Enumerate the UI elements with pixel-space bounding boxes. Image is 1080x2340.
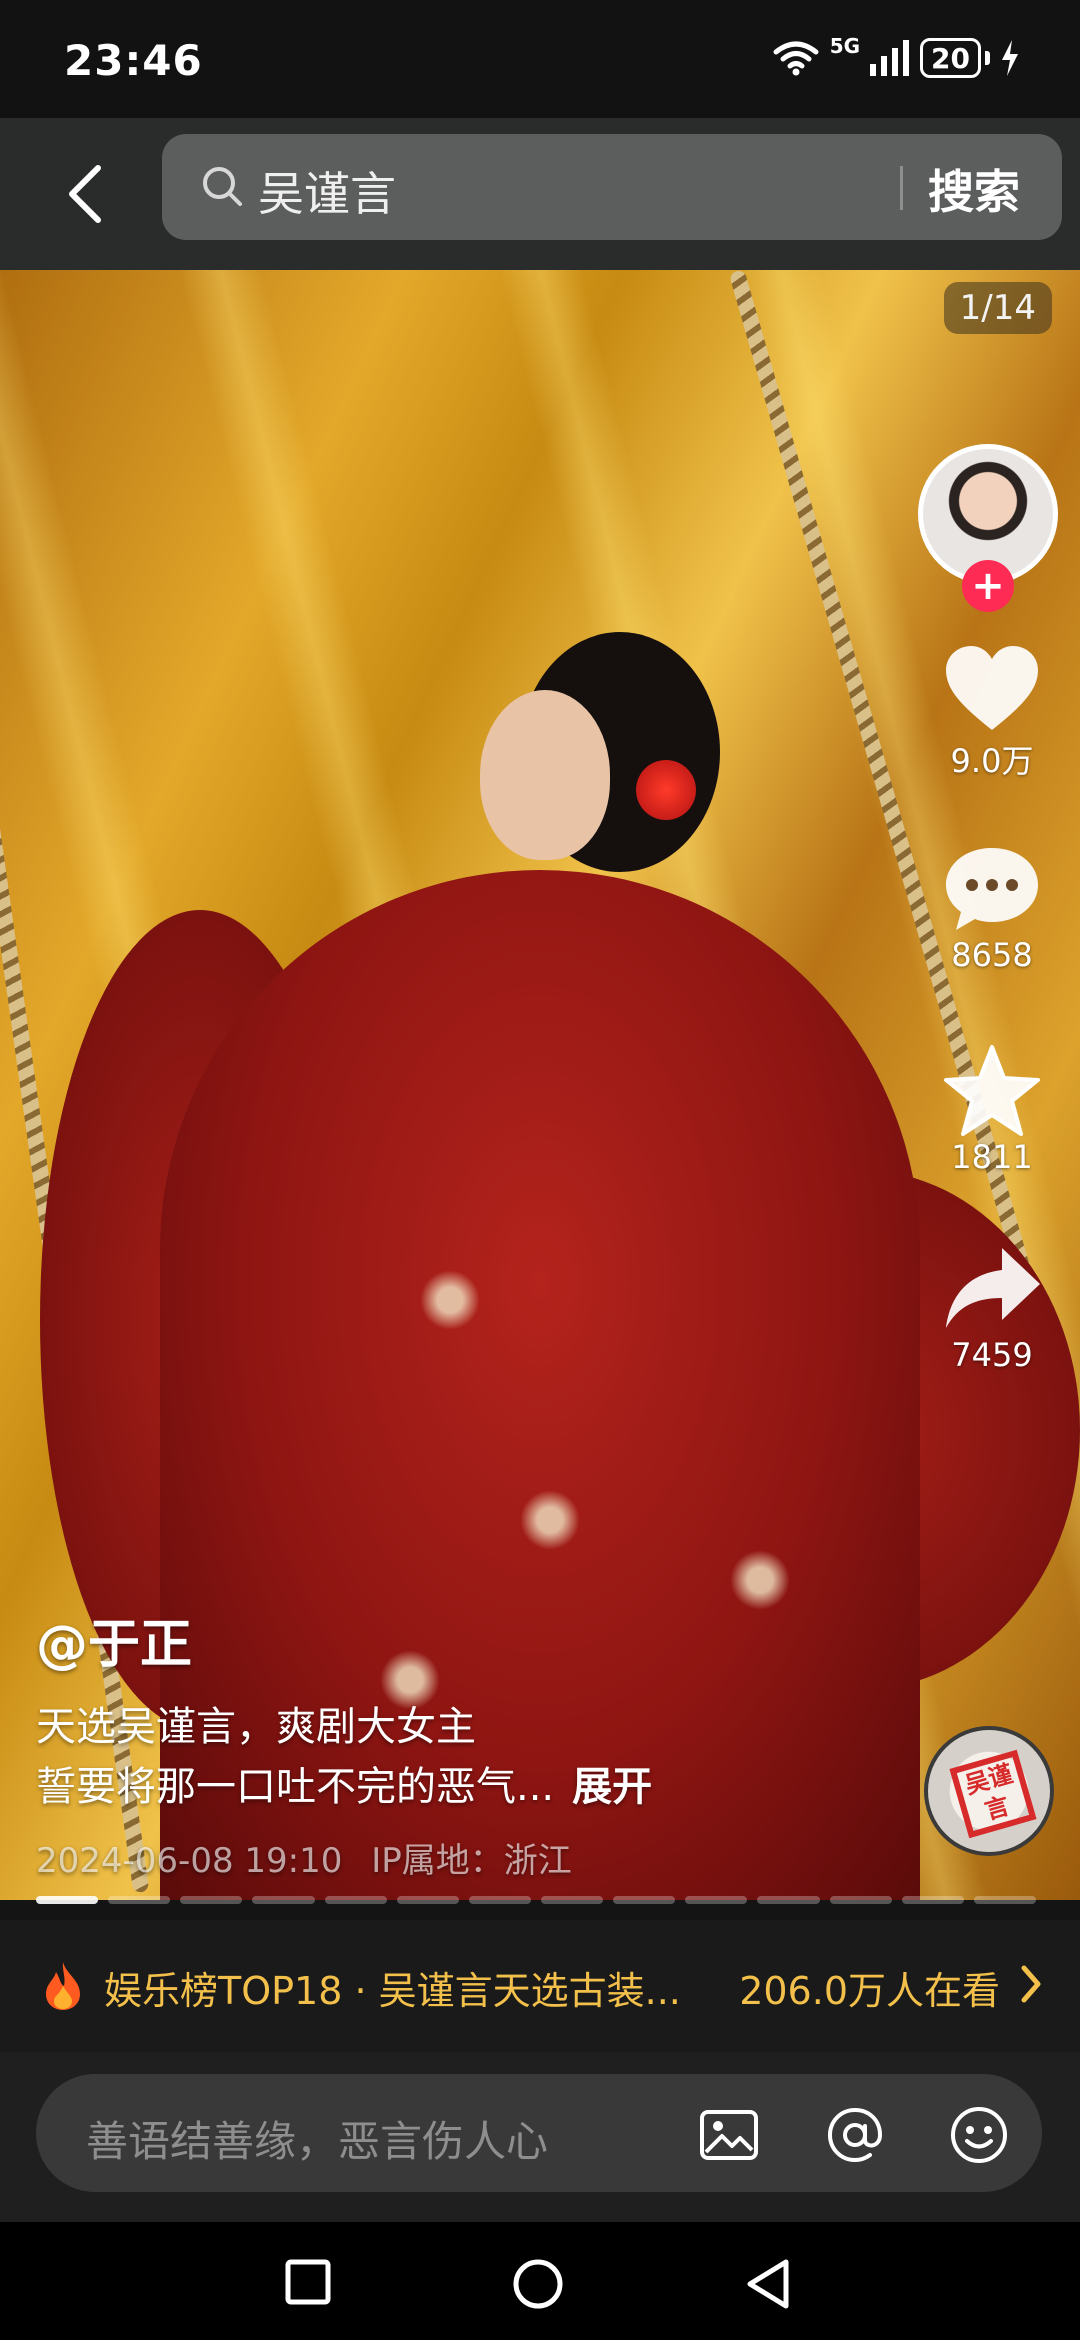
progress-segment	[757, 1896, 820, 1904]
post-caption: @于正 天选吴谨言，爽剧大女主 誓要将那一口吐不完的恶气... 展开 2024-0…	[36, 1602, 896, 1882]
progress-segment	[829, 1896, 892, 1904]
plus-icon: +	[971, 563, 1005, 609]
embroidery	[420, 1270, 480, 1330]
favorite-button[interactable]: 1811	[912, 1044, 1072, 1176]
search-query: 吴谨言	[258, 167, 396, 221]
embroidery	[730, 1550, 790, 1610]
back-nav-icon[interactable]	[744, 2258, 792, 2310]
heart-icon	[946, 646, 1038, 730]
expand-button[interactable]: 展开	[572, 1764, 652, 1810]
wifi-icon	[773, 41, 819, 76]
search-icon	[203, 167, 242, 206]
battery-tip	[985, 51, 990, 65]
star-icon	[944, 1045, 1040, 1136]
progress-segment	[613, 1896, 676, 1904]
progress-segment	[324, 1896, 387, 1904]
at-icon[interactable]	[824, 2104, 886, 2166]
progress-segment	[36, 1896, 99, 1904]
progress-segment	[108, 1896, 171, 1904]
fire-icon	[46, 1962, 80, 2010]
status-icons: 5G 20	[772, 34, 1020, 78]
search-button[interactable]: 搜索	[928, 156, 1020, 222]
embroidery	[520, 1490, 580, 1550]
chevron-right-icon	[1021, 1965, 1041, 2003]
progress-segment	[973, 1896, 1036, 1904]
comment-input[interactable]: 善语结善缘，恶言伤人心	[36, 2074, 1042, 2192]
music-disc-stamp: 吴谨言	[949, 1749, 1037, 1839]
trending-bar[interactable]: 娱乐榜TOP18 · 吴谨言天选古装... 206.0万人在看	[0, 1920, 1080, 2052]
share-button[interactable]: 7459	[912, 1244, 1072, 1374]
progress-segment	[685, 1896, 748, 1904]
home-icon[interactable]	[512, 2258, 564, 2310]
like-count: 9.0万	[950, 742, 1034, 780]
chat-bubble-icon	[946, 848, 1038, 930]
face	[480, 690, 610, 860]
progress-segment	[180, 1896, 243, 1904]
status-time: 23:46	[64, 36, 203, 85]
progress-segment	[252, 1896, 315, 1904]
post-meta: 2024-06-08 19:10 IP属地：浙江	[36, 1833, 896, 1882]
comment-count: 8658	[951, 936, 1033, 974]
music-disc[interactable]: 吴谨言	[924, 1726, 1054, 1856]
search-input[interactable]: 吴谨言 搜索	[162, 134, 1062, 240]
progress-segment	[396, 1896, 459, 1904]
post-description: 天选吴谨言，爽剧大女主 誓要将那一口吐不完的恶气... 展开	[36, 1697, 896, 1817]
smile-icon[interactable]	[948, 2104, 1010, 2166]
charging-icon	[1002, 40, 1018, 76]
network-type: 5G	[829, 34, 861, 58]
trending-viewers: 206.0万人在看	[739, 1969, 1000, 2013]
share-count: 7459	[951, 1336, 1033, 1374]
image-progress-bar	[36, 1896, 1036, 1904]
recent-apps-icon[interactable]	[284, 2258, 332, 2306]
search-header: 吴谨言 搜索	[0, 118, 1080, 270]
image-counter: 1/14	[943, 282, 1052, 334]
chevron-left-icon	[69, 165, 101, 223]
progress-segment	[468, 1896, 531, 1904]
battery-level: 20	[931, 41, 970, 75]
progress-segment	[901, 1896, 964, 1904]
system-nav-bar	[0, 2222, 1080, 2340]
favorite-count: 1811	[951, 1138, 1033, 1176]
search-divider	[900, 166, 903, 210]
ip-location: IP属地：浙江	[371, 1841, 572, 1881]
comment-bar: 善语结善缘，恶言伤人心	[0, 2052, 1080, 2222]
comment-placeholder: 善语结善缘，恶言伤人心	[86, 2117, 549, 2166]
signal-icon	[870, 40, 910, 76]
back-button[interactable]	[40, 148, 132, 240]
follow-button[interactable]: +	[962, 560, 1014, 612]
image-icon[interactable]	[698, 2104, 760, 2166]
post-date: 2024-06-08 19:10	[36, 1841, 343, 1881]
hair-flower	[636, 760, 696, 820]
share-arrow-icon	[946, 1248, 1040, 1328]
author-name[interactable]: @于正	[36, 1602, 896, 1677]
comment-button[interactable]: 8658	[912, 844, 1072, 974]
description-line-1: 天选吴谨言，爽剧大女主	[36, 1704, 476, 1750]
status-bar: 23:46 5G 20	[0, 0, 1080, 118]
description-line-2: 誓要将那一口吐不完的恶气...	[36, 1764, 555, 1810]
battery-indicator: 20	[920, 38, 981, 78]
trending-title: 娱乐榜TOP18 · 吴谨言天选古装...	[104, 1969, 681, 2013]
progress-segment	[540, 1896, 604, 1904]
like-button[interactable]: 9.0万	[912, 644, 1072, 782]
